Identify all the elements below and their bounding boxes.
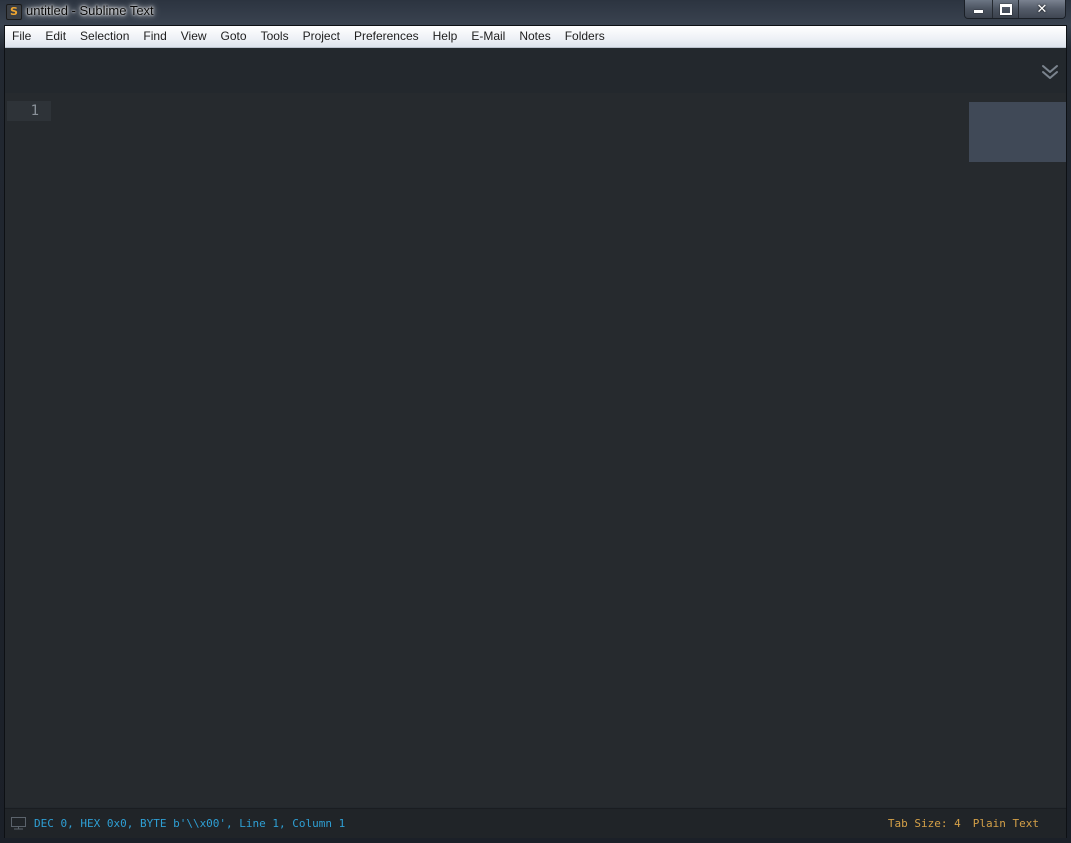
sublime-app-icon[interactable]: S (6, 4, 22, 20)
app-client-area: File Edit Selection Find View Goto Tools… (4, 25, 1067, 838)
window-controls: ✕ (964, 0, 1066, 19)
menu-goto[interactable]: Goto (214, 26, 254, 47)
maximize-icon (999, 3, 1012, 15)
menu-edit[interactable]: Edit (38, 26, 73, 47)
console-icon[interactable] (10, 816, 27, 831)
menu-email[interactable]: E-Mail (464, 26, 512, 47)
minimize-button[interactable] (965, 0, 993, 18)
status-char-info: DEC 0, HEX 0x0, BYTE b'\\x00', Line 1, C… (34, 817, 346, 830)
tab-bar (5, 48, 1066, 93)
minimize-icon (974, 10, 983, 13)
syntax-indicator[interactable]: Plain Text (973, 817, 1039, 830)
gutter-current-line: 1 (7, 101, 51, 121)
status-right-group: Tab Size: 4 Plain Text (888, 817, 1039, 830)
menu-find[interactable]: Find (136, 26, 173, 47)
chevron-double-down-icon[interactable] (1041, 63, 1059, 81)
menu-selection[interactable]: Selection (73, 26, 136, 47)
menu-project[interactable]: Project (296, 26, 347, 47)
title-bar[interactable]: S untitled - Sublime Text ✕ (0, 0, 1071, 25)
close-icon: ✕ (1036, 1, 1048, 17)
editor-text-area[interactable]: 1 (5, 93, 1066, 807)
menu-file[interactable]: File (5, 26, 38, 47)
tab-size-indicator[interactable]: Tab Size: 4 (888, 817, 961, 830)
menu-view[interactable]: View (174, 26, 214, 47)
menu-preferences[interactable]: Preferences (347, 26, 426, 47)
sublime-window: S untitled - Sublime Text ✕ File Edit Se… (0, 0, 1071, 843)
menu-help[interactable]: Help (426, 26, 465, 47)
menu-folders[interactable]: Folders (558, 26, 612, 47)
menu-tools[interactable]: Tools (254, 26, 296, 47)
menu-bar: File Edit Selection Find View Goto Tools… (5, 26, 1066, 48)
maximize-button[interactable] (993, 0, 1019, 18)
close-button[interactable]: ✕ (1019, 0, 1065, 18)
line-number: 1 (30, 103, 39, 119)
menu-notes[interactable]: Notes (512, 26, 557, 47)
status-bar: DEC 0, HEX 0x0, BYTE b'\\x00', Line 1, C… (5, 808, 1066, 838)
minimap-viewport[interactable] (969, 102, 1066, 162)
window-title: untitled - Sublime Text (26, 3, 154, 18)
